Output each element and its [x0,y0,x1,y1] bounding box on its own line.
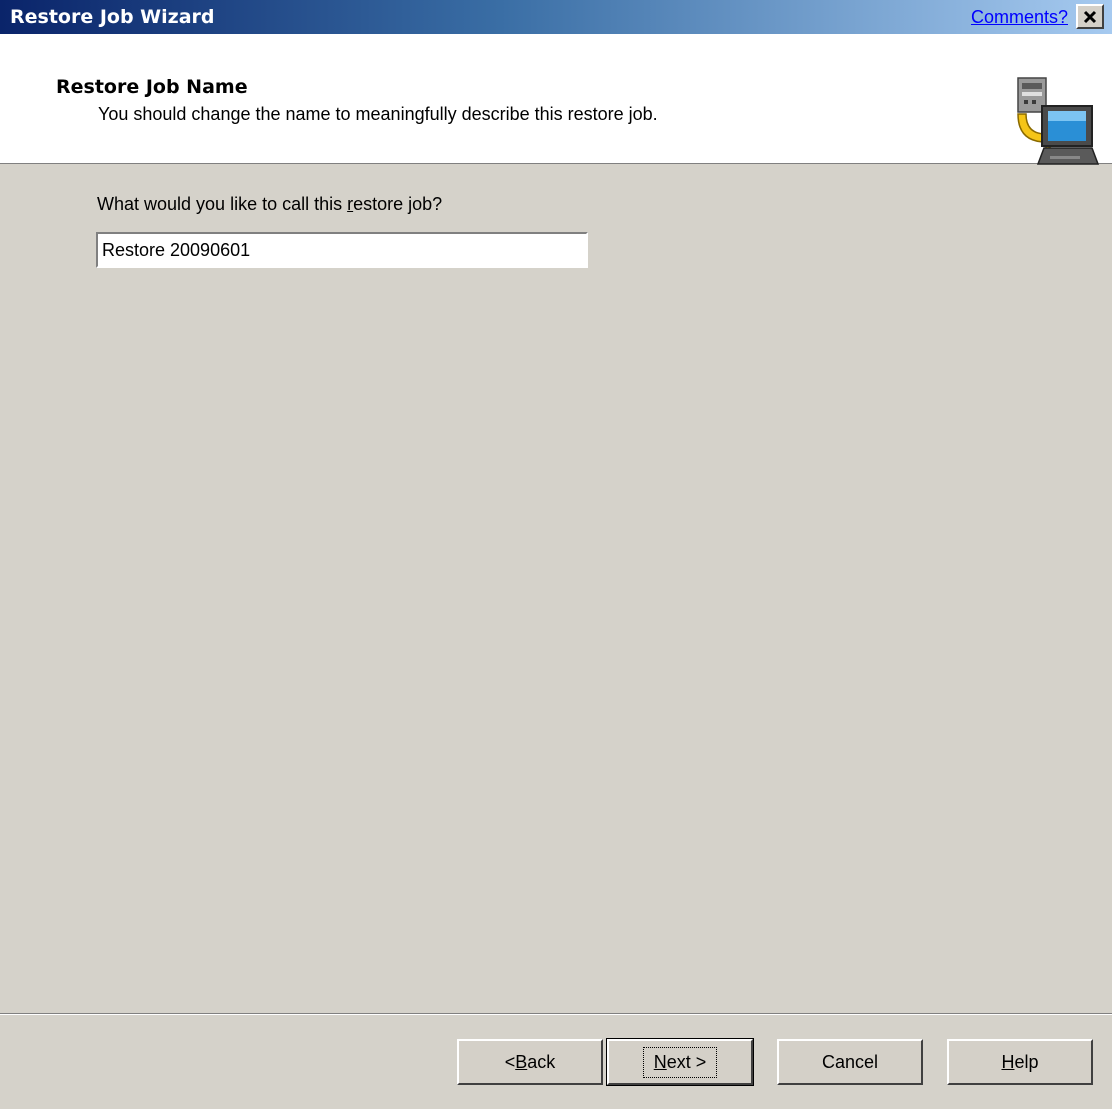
restore-job-name-label: What would you like to call this restore… [97,194,443,214]
button-area-separator [0,1013,1112,1015]
page-subtitle: You should change the name to meaningful… [98,104,658,124]
window-title: Restore Job Wizard [10,6,215,28]
back-button[interactable]: < Back [457,1039,603,1085]
next-button-label: Next > [642,1046,718,1078]
title-bar[interactable]: Restore Job Wizard Comments? [0,0,1112,34]
restore-job-wizard-window: Restore Job Wizard Comments? Restore Job… [0,0,1112,1109]
restore-computer-icon [1017,77,1100,165]
close-icon [1083,10,1097,23]
help-button[interactable]: Help [947,1039,1093,1085]
cancel-button[interactable]: Cancel [777,1039,923,1085]
next-button[interactable]: Next > [606,1038,754,1086]
restore-job-name-input[interactable] [96,232,588,268]
page-title: Restore Job Name [56,76,248,98]
close-button[interactable] [1076,4,1104,29]
comments-link[interactable]: Comments? [971,7,1068,28]
wizard-header: Restore Job Name You should change the n… [0,34,1112,165]
